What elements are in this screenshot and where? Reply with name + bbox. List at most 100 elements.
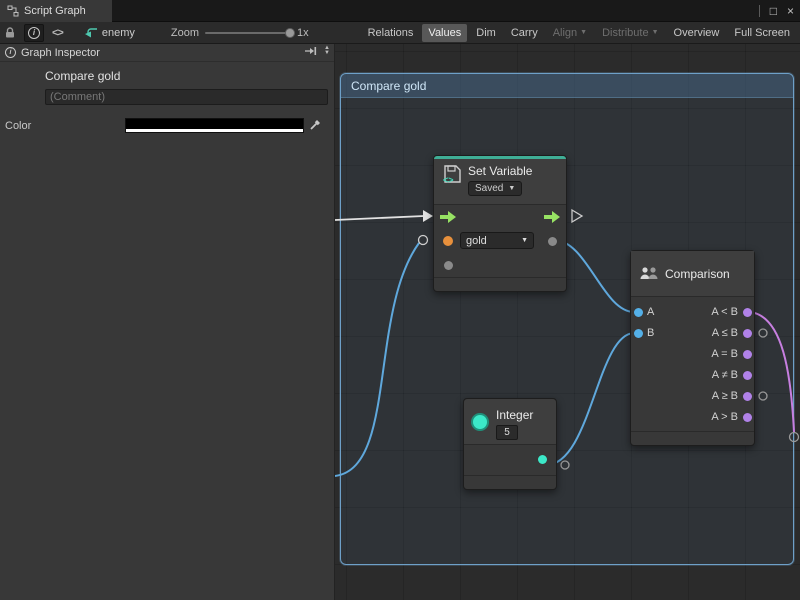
graph-inspector-panel: i Graph Inspector ▲ ▼ Compare gold Color: [0, 44, 335, 600]
panel-stepper[interactable]: ▲ ▼: [324, 46, 330, 56]
distribute-label: Distribute: [602, 27, 648, 39]
color-field-label: Color: [5, 120, 31, 132]
zoom-label: Zoom: [171, 27, 199, 39]
comparison-row: A A < B: [631, 302, 754, 323]
svg-text:<>: <>: [443, 175, 454, 184]
integer-icon: [471, 413, 489, 431]
chevron-down-icon: ▼: [508, 185, 515, 192]
a-neq-b-port[interactable]: [743, 371, 752, 380]
chevron-down-icon: ▼: [521, 237, 528, 244]
input-value-row: [434, 253, 566, 277]
toolbar-buttons: Relations Values Dim Carry Align ▼ Distr…: [362, 24, 796, 42]
window-titlebar: Script Graph □ ×: [0, 0, 800, 22]
a-gt-b-port[interactable]: [743, 413, 752, 422]
output-label: A ≥ B: [712, 390, 738, 402]
overview-button[interactable]: Overview: [668, 24, 726, 42]
input-a-port[interactable]: [634, 308, 643, 317]
chevron-down-icon: ▼: [652, 29, 659, 36]
output-label: A ≤ B: [712, 327, 738, 339]
set-variable-icon: <>: [442, 164, 462, 184]
dock-panel-icon[interactable]: [304, 46, 317, 56]
integer-output-row: [464, 445, 556, 475]
flow-output-port[interactable]: [544, 211, 560, 223]
a-less-b-port[interactable]: [743, 308, 752, 317]
graph-title-text: Compare gold: [45, 69, 120, 83]
variable-name-dropdown[interactable]: gold ▼: [460, 232, 534, 249]
graph-canvas[interactable]: Compare gold <> Set Var: [335, 44, 800, 600]
edit-script-icon[interactable]: <>: [52, 24, 63, 42]
output-label: A > B: [711, 411, 738, 423]
parent-graph-arrow-icon: [85, 27, 98, 38]
tab-title: Script Graph: [24, 5, 86, 17]
relations-button[interactable]: Relations: [362, 24, 420, 42]
variable-name-value: gold: [466, 235, 487, 247]
color-swatch[interactable]: [125, 118, 304, 133]
graph-breadcrumb[interactable]: enemy: [85, 27, 135, 39]
node-comparison[interactable]: Comparison A A < B B A ≤ B A = B A ≠ B: [630, 250, 755, 446]
input-value-port[interactable]: [444, 261, 453, 270]
a-lte-b-port[interactable]: [743, 329, 752, 338]
node-footer: [434, 277, 566, 291]
group-title: Compare gold: [351, 79, 426, 93]
align-label: Align: [553, 27, 577, 39]
fullscreen-button[interactable]: Full Screen: [728, 24, 796, 42]
carry-button[interactable]: Carry: [505, 24, 544, 42]
variable-kind-dropdown[interactable]: Saved ▼: [468, 181, 522, 196]
integer-value-field[interactable]: 5: [496, 425, 518, 440]
a-gte-b-port[interactable]: [743, 392, 752, 401]
window-controls: □ ×: [759, 0, 794, 22]
node-title: Set Variable: [468, 164, 532, 178]
zoom-slider[interactable]: [205, 32, 291, 34]
flow-row: [434, 205, 566, 229]
a-eq-b-port[interactable]: [743, 350, 752, 359]
alpha-strip: [126, 129, 303, 132]
maximize-icon[interactable]: □: [770, 0, 777, 22]
comparison-row: A = B: [631, 344, 754, 365]
close-icon[interactable]: ×: [787, 0, 794, 22]
graph-toolbar: i <> enemy Zoom 1x Relations Values Dim …: [0, 22, 800, 44]
zoom-control: Zoom 1x: [171, 27, 309, 39]
node-integer[interactable]: Integer 5: [463, 398, 557, 490]
output-label: A ≠ B: [712, 369, 738, 381]
input-b-port[interactable]: [634, 329, 643, 338]
values-button[interactable]: Values: [422, 24, 467, 42]
window-divider-icon: [759, 5, 760, 17]
zoom-value: 1x: [297, 27, 309, 39]
info-icon: i: [5, 47, 16, 58]
graph-inspector-header: i Graph Inspector ▲ ▼: [0, 44, 334, 62]
comparison-row: A ≠ B: [631, 365, 754, 386]
input-b-label: B: [647, 327, 654, 339]
node-footer: [631, 431, 754, 445]
chevron-down-icon: ▼: [580, 29, 587, 36]
node-set-variable[interactable]: <> Set Variable Saved ▼ gold ▼: [433, 155, 567, 292]
integer-output-port[interactable]: [538, 455, 547, 464]
align-button[interactable]: Align ▼: [547, 24, 593, 42]
variable-row: gold ▼: [434, 229, 566, 253]
eyedropper-icon[interactable]: [309, 118, 322, 134]
distribute-button[interactable]: Distribute ▼: [596, 24, 664, 42]
info-icon: i: [28, 27, 40, 39]
stepper-down-icon[interactable]: ▼: [324, 51, 330, 56]
tab-script-graph[interactable]: Script Graph: [0, 0, 112, 22]
comparison-row: A ≥ B: [631, 386, 754, 407]
variable-kind-value: Saved: [475, 183, 503, 194]
zoom-slider-handle[interactable]: [285, 28, 295, 38]
node-footer: [464, 475, 556, 489]
flow-input-port[interactable]: [440, 211, 456, 223]
inspector-title: Graph Inspector: [21, 47, 100, 59]
output-value-port[interactable]: [548, 237, 557, 246]
node-title: Integer: [496, 408, 533, 422]
input-a-label: A: [647, 306, 654, 318]
dim-button[interactable]: Dim: [470, 24, 502, 42]
lock-icon[interactable]: [4, 24, 16, 42]
node-title: Comparison: [665, 267, 730, 281]
group-header[interactable]: Compare gold: [341, 74, 793, 98]
comparison-icon: [639, 266, 659, 282]
output-label: A = B: [711, 348, 738, 360]
comment-input[interactable]: [45, 89, 328, 105]
variable-name-port[interactable]: [443, 236, 453, 246]
output-label: A < B: [711, 306, 738, 318]
script-graph-icon: [7, 5, 19, 17]
inspector-toggle-button[interactable]: i: [24, 24, 44, 42]
graph-ref-label: enemy: [102, 27, 135, 39]
